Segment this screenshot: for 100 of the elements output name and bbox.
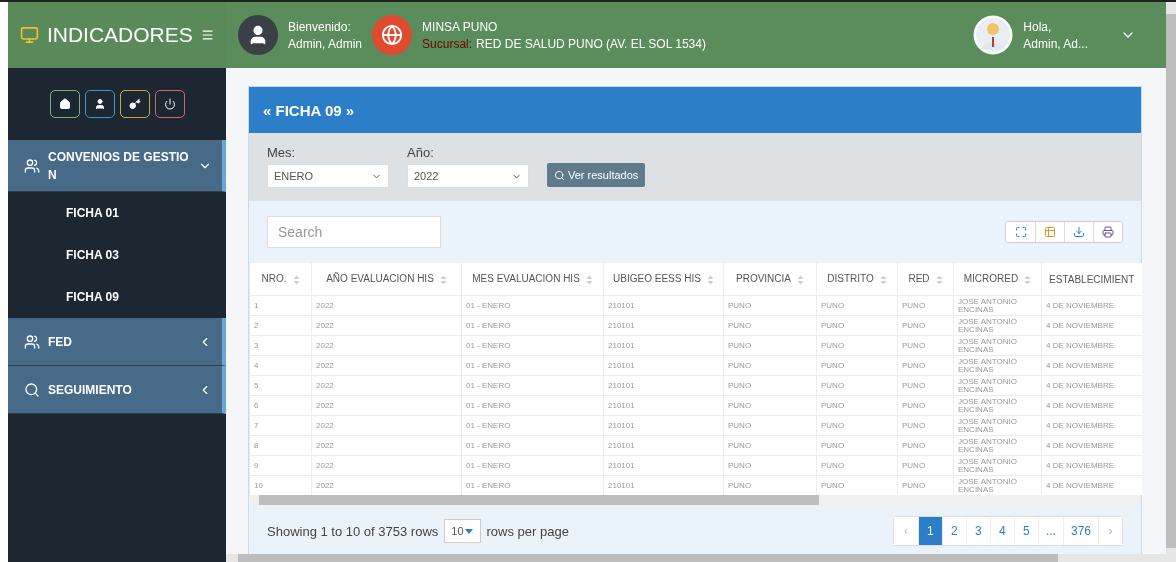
table-cell: 210101 [603,355,724,376]
page-vertical-scrollbar[interactable] [1166,2,1176,562]
sort-icon[interactable] [585,274,593,285]
column-header[interactable]: DISTRITO [816,263,898,296]
print-button[interactable] [1093,222,1122,242]
sort-icon[interactable] [1024,274,1032,285]
table-cell: PUNO [723,415,817,436]
table-cell: 210101 [603,295,724,316]
table-cell: PUNO [816,315,898,336]
user-icon [93,98,106,110]
sidebar-subitem[interactable]: FICHA 01 [8,192,226,234]
table-cell: PUNO [897,415,954,436]
user-button[interactable] [84,90,115,118]
table-cell: JOSE ANTONIO ENCINAS [953,355,1042,376]
avatar-icon [238,15,278,55]
table-cell: 210101 [603,415,724,436]
sidebar-item[interactable]: FED [8,318,226,366]
table-cell: 4 DE NOVIEMBRE [1041,455,1142,476]
app-title: INDICADORES [46,23,193,47]
table-cell: PUNO [897,375,954,396]
year-select[interactable]: 2022 [407,164,529,188]
users-icon [24,157,40,174]
search-icon [24,381,40,398]
monitor-icon [20,25,39,45]
branch-title: MINSA PUNO [422,19,499,34]
column-header[interactable]: UBIGEO EESS HIS [603,263,724,296]
horizontal-scrollbar[interactable] [249,495,1141,505]
menu-icon[interactable] [200,28,214,42]
table-cell: JOSE ANTONIO ENCINAS [953,315,1042,336]
column-header[interactable]: PROVINCIA [723,263,817,296]
table-cell: PUNO [897,455,954,476]
table-cell: 4 [249,355,312,376]
table-cell: 7 [249,415,312,436]
sidebar-item[interactable]: CONVENIOS DE GESTION [8,140,226,192]
table-cell: 9 [249,455,312,476]
search-icon [554,169,565,181]
power-button[interactable] [154,90,185,118]
search-field[interactable]: Search [267,216,441,248]
table-cell: 01 - ENERO [461,375,604,396]
sidebar-subitem[interactable]: FICHA 09 [8,276,226,318]
sidebar-subitem[interactable]: FICHA 03 [8,234,226,276]
per-page-label: rows per page [486,523,569,539]
branch-name: RED DE SALUD PUNO (AV. EL SOL 1534) [476,36,706,51]
table-cell: 4 DE NOVIEMBRE [1041,355,1142,376]
table-cell: 1 [249,295,312,316]
month-label: Mes: [267,145,297,160]
table-cell: 5 [249,375,312,396]
table-cell: 01 - ENERO [461,415,604,436]
table-cell: PUNO [816,375,898,396]
table-cell: JOSE ANTONIO ENCINAS [953,295,1042,316]
column-header[interactable]: AÑO EVALUACION HIS [311,263,462,296]
table-cell: PUNO [897,315,954,336]
sort-icon[interactable] [439,274,447,285]
table-cell: 6 [249,395,312,416]
table-cell: PUNO [723,315,817,336]
table-cell: PUNO [723,455,817,476]
results-button[interactable]: Ver resultados [547,163,646,187]
fullscreen-icon [1014,226,1027,238]
card-title: « FICHA 09 » [249,87,1141,133]
table-cell: 2022 [311,435,462,456]
table-cell: 210101 [603,335,724,356]
table-cell: 4 DE NOVIEMBRE [1041,335,1142,356]
table-cell: 2022 [311,375,462,396]
column-header[interactable]: ESTABLECIMIENT [1041,263,1142,296]
page-horizontal-scrollbar[interactable] [226,554,1166,562]
table-cell: 210101 [603,315,724,336]
table-cell: JOSE ANTONIO ENCINAS [953,395,1042,416]
column-header[interactable]: MES EVALUACION HIS [461,263,604,296]
table-cell: 210101 [603,395,724,416]
table-cell: PUNO [816,455,898,476]
table-cell: 2022 [311,415,462,436]
home-button[interactable] [49,90,80,118]
sort-icon[interactable] [879,274,887,285]
sort-icon[interactable] [292,274,300,285]
table-cell: PUNO [723,355,817,376]
page-size-select[interactable]: 10 [444,519,481,543]
table-cell: JOSE ANTONIO ENCINAS [953,335,1042,356]
sort-icon[interactable] [706,274,714,285]
table-cell: 4 DE NOVIEMBRE [1041,315,1142,336]
table-cell: 01 - ENERO [461,355,604,376]
table-cell: JOSE ANTONIO ENCINAS [953,435,1042,456]
column-header[interactable]: MICRORED [953,263,1042,296]
sidebar-item[interactable]: SEGUIMIENTO [8,366,226,414]
users-icon [24,333,40,350]
key-icon [128,98,141,110]
table-cell: PUNO [723,335,817,356]
print-icon [1102,226,1114,238]
table-cell: 01 - ENERO [461,315,604,336]
page-button[interactable]: 1 [917,517,942,545]
table-cell: PUNO [816,435,898,456]
user-name: Admin, Ad... [1023,36,1088,51]
key-button[interactable] [119,90,150,118]
column-header[interactable]: NRO. [249,263,312,296]
column-header[interactable]: RED [897,263,954,296]
sort-icon[interactable] [935,274,943,285]
table-cell: JOSE ANTONIO ENCINAS [953,415,1042,436]
month-select[interactable]: ENERO [267,164,389,188]
table-cell: 4 DE NOVIEMBRE [1041,435,1142,456]
sort-icon[interactable] [797,274,804,285]
table-cell: PUNO [816,335,898,356]
